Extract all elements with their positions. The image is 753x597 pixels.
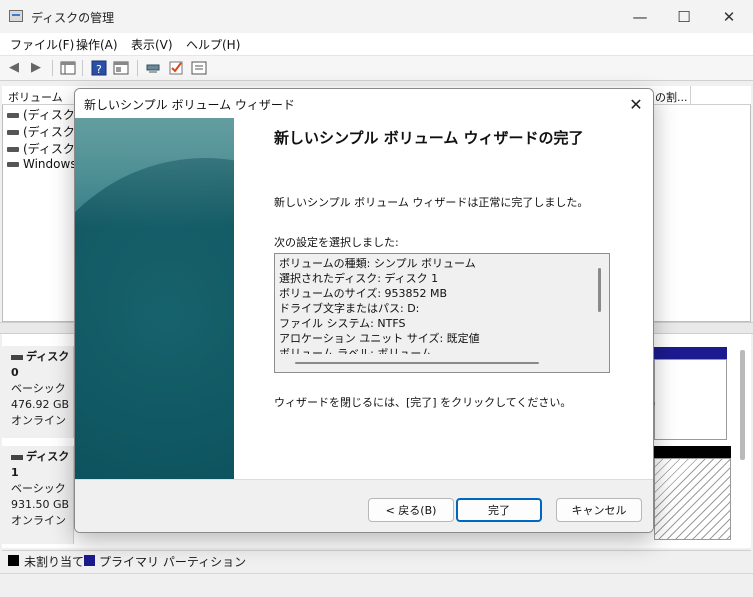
column-header-percent[interactable]: の割... [655, 89, 688, 105]
summary-scroll-area [275, 355, 609, 372]
summary-line: 選択されたディスク: ディスク 1 [279, 272, 439, 285]
close-instruction: ウィザードを閉じるには、[完了] をクリックしてください。 [274, 396, 572, 409]
toolbar-separator [52, 60, 53, 76]
wizard-heading: 新しいシンプル ボリューム ウィザードの完了 [274, 129, 584, 147]
close-button[interactable]: ✕ [706, 4, 752, 30]
column-divider [690, 86, 691, 104]
legend-primary-partition: プライマリ パーティション [99, 555, 247, 569]
maximize-button[interactable]: ☐ [661, 4, 707, 30]
new-simple-volume-wizard: 新しいシンプル ボリューム ウィザード ✕ 新しいシンプル ボリューム ウィザー… [74, 88, 654, 533]
legend-unallocated: 未割り当て [24, 555, 85, 569]
minimize-button[interactable]: — [617, 4, 663, 30]
wizard-banner-image [75, 118, 234, 479]
summary-line: ボリュームの種類: シンプル ボリューム [279, 257, 476, 270]
summary-line: ボリュームのサイズ: 953852 MB [279, 287, 448, 300]
disk-status: オンライン [11, 514, 66, 527]
drive-icon [7, 147, 19, 152]
wizard-close-button[interactable]: ✕ [624, 92, 648, 116]
menu-help[interactable]: ヘルプ(H) [186, 36, 240, 53]
unallocated-swatch [8, 555, 19, 566]
summary-line: アロケーション ユニット サイズ: 既定値 [279, 332, 480, 345]
disk-status: オンライン [11, 414, 66, 427]
primary-partition-header [654, 347, 727, 359]
settings-list-icon[interactable] [190, 59, 208, 76]
disk-size: 931.50 GB [11, 498, 70, 511]
menu-file[interactable]: ファイル(F) [10, 36, 74, 53]
settings-summary-box[interactable]: ボリュームの種類: シンプル ボリューム 選択されたディスク: ディスク 1 ボ… [274, 253, 610, 373]
disk-1-label[interactable]: ディスク 1 ベーシック 931.50 GB オンライン [2, 446, 74, 544]
summary-vertical-scrollbar[interactable] [598, 268, 601, 312]
drive-icon [7, 113, 19, 118]
unallocated-header [654, 446, 731, 458]
toolbar-separator [82, 60, 83, 76]
wizard-title: 新しいシンプル ボリューム ウィザード [84, 98, 295, 112]
properties-icon[interactable] [112, 59, 130, 76]
back-arrow-icon[interactable]: ◀ [5, 59, 23, 76]
disk-type: ベーシック [11, 482, 66, 495]
disk-icon [11, 354, 23, 360]
console-tree-icon[interactable] [59, 59, 77, 76]
summary-line: ドライブ文字またはパス: D: [279, 302, 420, 315]
disk-management-icon [9, 10, 23, 22]
primary-partition-swatch [84, 555, 95, 566]
success-message: 新しいシンプル ボリューム ウィザードは正常に完了しました。 [274, 196, 589, 209]
menu-view[interactable]: 表示(V) [131, 36, 173, 53]
forward-arrow-icon[interactable]: ▶ [27, 59, 45, 76]
disk-0-label[interactable]: ディスク 0 ベーシック 476.92 GB オンライン [2, 346, 74, 438]
back-button[interactable]: < 戻る(B) [368, 498, 454, 522]
cancel-button[interactable]: キャンセル [556, 498, 642, 522]
vertical-scrollbar[interactable] [740, 350, 745, 460]
primary-partition[interactable] [654, 359, 727, 440]
summary-line: ボリューム ラベル: ボリューム [279, 347, 433, 354]
settings-label: 次の設定を選択しました: [274, 236, 399, 249]
summary-horizontal-scrollbar[interactable] [295, 362, 539, 364]
window-title: ディスクの管理 [31, 11, 115, 25]
column-header-volume[interactable]: ボリューム [8, 89, 63, 105]
connect-icon[interactable] [144, 59, 162, 76]
svg-text:?: ? [96, 63, 102, 76]
unallocated-space[interactable] [654, 458, 731, 540]
volume-row[interactable]: Windows [7, 157, 77, 173]
toolbar-separator [137, 60, 138, 76]
check-icon[interactable] [167, 59, 185, 76]
status-bar [0, 573, 753, 597]
drive-icon [7, 130, 19, 135]
finish-button[interactable]: 完了 [456, 498, 542, 522]
menu-action[interactable]: 操作(A) [76, 36, 118, 53]
help-icon[interactable]: ? [90, 59, 108, 76]
summary-line: ファイル システム: NTFS [279, 317, 406, 330]
disk-icon [11, 454, 23, 460]
disk-size: 476.92 GB [11, 398, 70, 411]
drive-icon [7, 162, 19, 167]
disk-type: ベーシック [11, 382, 66, 395]
